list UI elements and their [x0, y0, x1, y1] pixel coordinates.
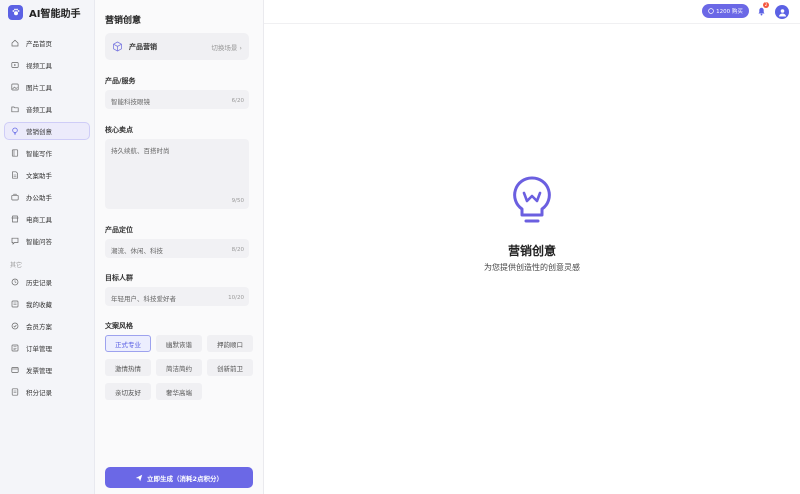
image-icon	[11, 83, 19, 91]
sidebar-item-image[interactable]: 图片工具	[4, 78, 90, 96]
empty-state-title: 营销创意	[507, 244, 556, 258]
product-label: 产品/服务	[105, 77, 136, 85]
sidebar-item-label: 文案助手	[26, 172, 52, 180]
history-icon	[11, 278, 19, 286]
order-icon	[11, 344, 19, 352]
sidebar-item-label: 积分记录	[26, 389, 52, 397]
generate-button-label: 立即生成（消耗2点积分）	[146, 474, 224, 483]
sidebar-item-label: 视频工具	[26, 62, 52, 70]
invoice-icon	[11, 367, 19, 373]
sidebar-item-points[interactable]: 积分记录	[4, 383, 90, 401]
sidebar-nav: 产品首页 视频工具 图片工具 音频工具 营销创意 智能写作 文案助手 办公助手	[0, 34, 94, 401]
sidebar-section-other: 其它	[10, 262, 23, 269]
favorites-icon	[11, 300, 19, 308]
sidebar-item-history[interactable]: 历史记录	[4, 273, 90, 291]
app-title: AI智能助手	[29, 8, 81, 20]
sidebar-item-copywriting[interactable]: 文案助手	[4, 166, 90, 184]
sidebar-item-audio[interactable]: 音频工具	[4, 100, 90, 118]
coin-icon	[708, 8, 714, 14]
audience-input[interactable]: 年轻用户、科技爱好者 10/20	[105, 287, 249, 306]
document-icon	[12, 171, 18, 179]
panel-title: 营销创意	[105, 16, 142, 26]
scene-card[interactable]: 产品营销 切换场景 ›	[105, 33, 249, 60]
shop-icon	[11, 215, 19, 223]
sidebar-item-ecommerce[interactable]: 电商工具	[4, 210, 90, 228]
positioning-label: 产品定位	[105, 226, 133, 234]
sidebar-item-favorites[interactable]: 我的收藏	[4, 295, 90, 313]
sidebar-item-label: 会员方案	[26, 323, 52, 331]
empty-state-subtitle: 为您提供创造性的创意灵感	[484, 263, 580, 272]
membership-icon	[11, 322, 19, 330]
positioning-value: 潮流、休闲、科技	[111, 247, 163, 255]
sidebar-item-invoices[interactable]: 发票管理	[4, 361, 90, 379]
selling-points-label: 核心卖点	[105, 126, 133, 134]
top-bar: 1200 购买 2	[264, 0, 800, 24]
sidebar-item-video[interactable]: 视频工具	[4, 56, 90, 74]
sidebar-item-label: 音频工具	[26, 106, 52, 114]
scene-label: 产品营销	[129, 42, 157, 51]
generate-button[interactable]: 立即生成（消耗2点积分）	[105, 467, 253, 488]
style-option-humorous[interactable]: 幽默诙谐	[156, 335, 202, 352]
sidebar-item-label: 订单管理	[26, 345, 52, 353]
product-count: 6/20	[231, 98, 244, 104]
sidebar-item-label: 我的收藏	[26, 301, 52, 309]
style-label: 文案风格	[105, 322, 133, 330]
product-value: 智能科技眼镜	[111, 98, 150, 106]
style-option-concise[interactable]: 简洁简约	[156, 359, 202, 376]
audience-label: 目标人群	[105, 274, 133, 282]
folder-audio-icon	[11, 106, 19, 113]
style-option-friendly[interactable]: 亲切友好	[105, 383, 151, 400]
sidebar-item-label: 智能问答	[26, 238, 52, 246]
video-icon	[11, 62, 19, 68]
lightbulb-icon	[12, 127, 18, 135]
style-option-luxury[interactable]: 奢华高端	[156, 383, 202, 400]
selling-points-value: 持久续航、百搭时尚	[111, 147, 170, 155]
product-input[interactable]: 智能科技眼镜 6/20	[105, 90, 249, 109]
style-option-innovative[interactable]: 创新前卫	[207, 359, 253, 376]
selling-points-textarea[interactable]: 持久续航、百搭时尚 9/50	[105, 139, 249, 209]
paw-logo-icon	[8, 4, 23, 20]
sidebar-item-orders[interactable]: 订单管理	[4, 339, 90, 357]
sidebar-item-label: 发票管理	[26, 367, 52, 375]
notification-badge: 2	[763, 2, 769, 8]
style-option-rhyming[interactable]: 押韵顺口	[207, 335, 253, 352]
lightbulb-icon	[513, 176, 551, 223]
selling-points-count: 9/50	[231, 198, 244, 204]
user-icon	[778, 8, 786, 16]
switch-scene-link[interactable]: 切换场景 ›	[211, 42, 242, 52]
home-icon	[11, 39, 19, 47]
sidebar-item-label: 营销创意	[26, 128, 52, 136]
book-icon	[11, 149, 19, 157]
sidebar-item-office[interactable]: 办公助手	[4, 188, 90, 206]
avatar[interactable]	[775, 5, 789, 19]
points-purchase-button[interactable]: 1200 购买	[702, 4, 749, 18]
audience-value: 年轻用户、科技爱好者	[111, 295, 176, 303]
style-option-formal[interactable]: 正式专业	[105, 335, 151, 352]
sidebar-item-marketing[interactable]: 营销创意	[4, 122, 90, 140]
positioning-count: 8/20	[231, 247, 244, 253]
sidebar-item-writing[interactable]: 智能写作	[4, 144, 90, 162]
sidebar-item-home[interactable]: 产品首页	[4, 34, 90, 52]
points-icon	[11, 388, 19, 396]
sidebar-item-label: 办公助手	[26, 194, 52, 202]
sidebar-item-label: 电商工具	[26, 216, 52, 224]
points-label: 1200 购买	[716, 9, 743, 15]
sidebar: AI智能助手 产品首页 视频工具 图片工具 音频工具 营销创意 智能写作 文案助…	[0, 0, 95, 494]
chat-icon	[11, 237, 19, 245]
positioning-input[interactable]: 潮流、休闲、科技 8/20	[105, 239, 249, 258]
style-option-passionate[interactable]: 激情热情	[105, 359, 151, 376]
app-logo[interactable]: AI智能助手	[0, 0, 94, 24]
briefcase-icon	[11, 193, 19, 201]
send-icon	[135, 474, 143, 481]
audience-count: 10/20	[228, 295, 244, 301]
sidebar-item-label: 历史记录	[26, 279, 52, 287]
sidebar-item-label: 智能写作	[26, 150, 52, 158]
main-content: 1200 购买 2 营销创意 为您提供创造性的创意灵感	[264, 0, 800, 494]
sidebar-item-qa[interactable]: 智能问答	[4, 232, 90, 250]
sidebar-item-membership[interactable]: 会员方案	[4, 317, 90, 335]
sidebar-item-label: 图片工具	[26, 84, 52, 92]
sidebar-item-label: 产品首页	[26, 40, 52, 48]
form-panel: 营销创意 产品营销 切换场景 › 产品/服务 智能科技眼镜 6/20 核心卖点 …	[95, 0, 264, 494]
cube-icon	[113, 41, 122, 52]
